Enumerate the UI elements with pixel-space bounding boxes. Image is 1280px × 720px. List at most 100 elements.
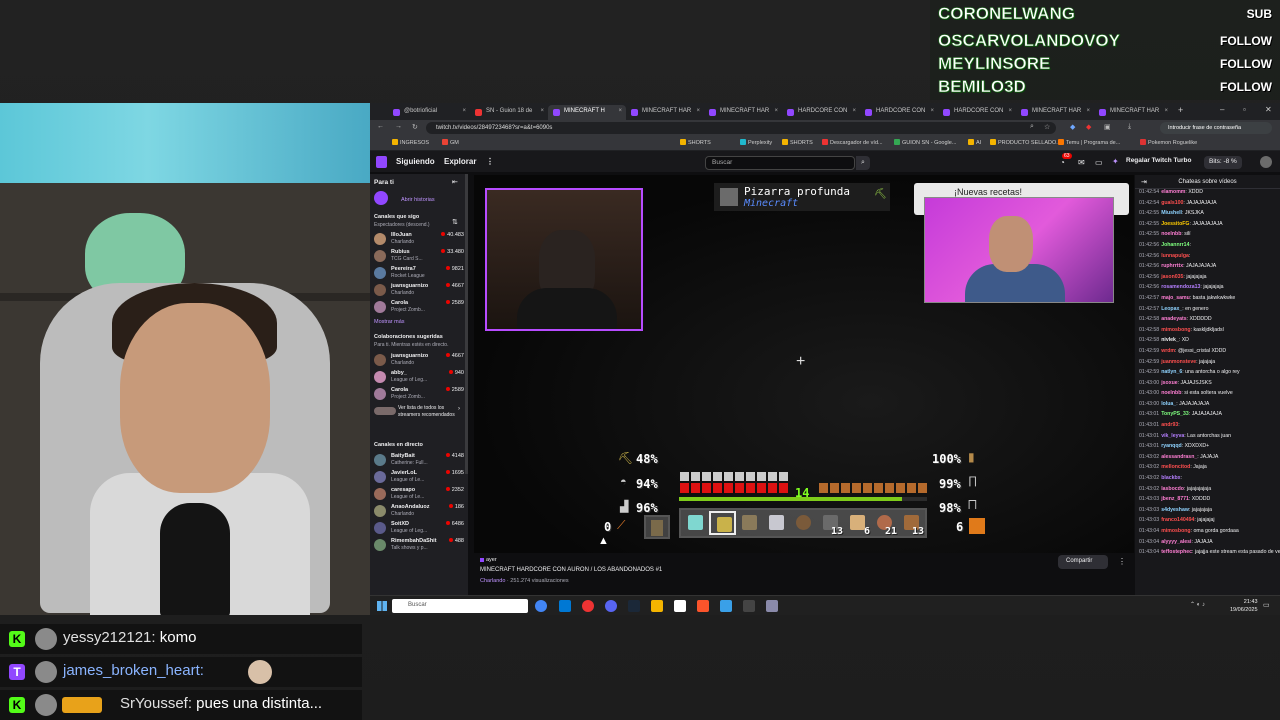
app-icon[interactable]: [720, 600, 732, 612]
sidebar-scrollbar[interactable]: [465, 174, 468, 474]
bookmark-item[interactable]: Temu | Programa de...: [1058, 139, 1120, 146]
browser-tab[interactable]: MINECRAFT HAR ×: [704, 105, 782, 120]
sidebar-channel[interactable]: SoitXD League of Leg... 6486: [374, 520, 464, 537]
bits-button[interactable]: Bits: -8 %: [1204, 156, 1242, 169]
taskbar-clock[interactable]: 21:43 19/06/2025: [1230, 598, 1258, 614]
browser-tab[interactable]: HARDCORE CON ×: [860, 105, 938, 120]
chat-username[interactable]: Miushell: [1161, 210, 1182, 216]
maximize-icon[interactable]: ▫: [1243, 105, 1246, 114]
chat-username[interactable]: guals100: [1161, 200, 1183, 206]
sidebar-channel[interactable]: Carola Project Zomb... 2589: [374, 299, 464, 316]
chat-username[interactable]: lasbocdo: [1161, 486, 1184, 492]
extension-icon[interactable]: ◆: [1070, 123, 1075, 131]
chat-username[interactable]: vik_leyva: [1161, 433, 1184, 439]
windows-start-icon[interactable]: [377, 601, 387, 611]
close-icon[interactable]: ×: [618, 108, 622, 114]
browser-tab[interactable]: @botrioficial ×: [388, 105, 470, 120]
zoom-icon[interactable]: ⌕: [1030, 123, 1034, 131]
close-icon[interactable]: ×: [852, 108, 856, 114]
chat-username[interactable]: lunnapulga: [1161, 253, 1189, 259]
steam-icon[interactable]: [628, 600, 640, 612]
close-icon[interactable]: ×: [1008, 108, 1012, 114]
chat-username[interactable]: teffostephec: [1161, 549, 1192, 555]
sidebar-channel[interactable]: juansguarnizo Charlando 4667: [374, 282, 464, 299]
close-icon[interactable]: ×: [1086, 108, 1090, 114]
chat-username[interactable]: Johannrr14: [1161, 242, 1189, 248]
bookmark-item[interactable]: GUION SN - Google...: [894, 139, 956, 146]
url-field[interactable]: twitch.tv/videos/2849723468?sr=a&t=6090s: [426, 122, 1056, 134]
close-icon[interactable]: ×: [462, 108, 466, 114]
chat-username[interactable]: blackbx: [1161, 475, 1180, 481]
bookmark-item[interactable]: PRODUCTO SELLADO...: [990, 139, 1061, 146]
chat-username[interactable]: JoessitoFG: [1161, 221, 1189, 227]
browser-tab[interactable]: MINECRAFT HAR ×: [1016, 105, 1094, 120]
browser-tab[interactable]: MINECRAFT HAR ×: [626, 105, 704, 120]
close-icon[interactable]: ×: [930, 108, 934, 114]
opera-icon[interactable]: [582, 600, 594, 612]
more-menu-icon[interactable]: ⋮: [486, 157, 494, 166]
chat-username[interactable]: alyyyy_alesi: [1161, 539, 1191, 545]
notepad-icon[interactable]: [674, 600, 686, 612]
see-all-recommended[interactable]: Ver lista de todos los streamers recomen…: [374, 405, 464, 435]
open-stories-link[interactable]: Abrir historias: [401, 197, 435, 203]
chrome-icon[interactable]: [535, 600, 547, 612]
app-icon[interactable]: [766, 600, 778, 612]
sort-icon[interactable]: ⇅: [452, 218, 458, 226]
sidebar-channel[interactable]: caresapo League of Le... 2352: [374, 486, 464, 503]
taskbar-search[interactable]: Buscar: [392, 599, 528, 613]
forward-icon[interactable]: →: [395, 123, 402, 130]
nav-explore[interactable]: Explorar: [444, 157, 476, 166]
chat-username[interactable]: mimosbong: [1161, 327, 1190, 333]
collapse-sidebar-icon[interactable]: ⇤: [452, 178, 458, 186]
bookmark-item[interactable]: Pokemon Roguelike: [1140, 139, 1197, 146]
chat-username[interactable]: s4dyeshaw: [1161, 507, 1189, 513]
sidebar-channel[interactable]: Rubius TCG Card S... 33.480: [374, 248, 464, 265]
search-icon[interactable]: ⌕: [856, 156, 870, 170]
chat-username[interactable]: TonyPS_33: [1161, 411, 1189, 417]
chat-username[interactable]: noelnbb: [1161, 390, 1181, 396]
chat-username[interactable]: wrdm: [1161, 348, 1175, 354]
close-icon[interactable]: ×: [540, 108, 544, 114]
chat-username[interactable]: anadeyats: [1161, 316, 1186, 322]
browser-tab[interactable]: SN - Guion 18 de ×: [470, 105, 548, 120]
bookmark-item[interactable]: SHORTS: [782, 139, 813, 146]
more-options-icon[interactable]: ⋮: [1118, 557, 1126, 566]
show-more-link[interactable]: Mostrar más: [374, 319, 405, 325]
sidebar-channel[interactable]: abby_ League of Leg... 940: [374, 369, 464, 386]
whispers-icon[interactable]: ▭: [1095, 158, 1103, 167]
bookmark-item[interactable]: AI: [968, 139, 981, 146]
browser-tab[interactable]: MINECRAFT HAR ×: [1094, 105, 1172, 120]
sidebar-channel[interactable]: BaityBait Catherine: Full... 4148: [374, 452, 464, 469]
file-explorer-icon[interactable]: [651, 600, 663, 612]
user-avatar[interactable]: [1260, 156, 1272, 168]
chat-username[interactable]: noelnbb: [1161, 231, 1181, 237]
sidebar-channel[interactable]: juansguarnizo Charlando 4667: [374, 352, 464, 369]
chat-username[interactable]: Leopax_: [1161, 306, 1182, 312]
chat-username[interactable]: juanmonsteve: [1161, 359, 1196, 365]
chat-username[interactable]: alessandrasn_: [1161, 454, 1197, 460]
minimize-icon[interactable]: –: [1220, 105, 1224, 114]
chat-username[interactable]: majo_samu: [1161, 295, 1190, 301]
chat-username[interactable]: ryanqqd: [1161, 443, 1181, 449]
close-icon[interactable]: ×: [1164, 108, 1168, 114]
bookmark-item[interactable]: INGRESOS: [392, 139, 429, 146]
sidebar-channel[interactable]: IlloJuan Charlando 40.483: [374, 231, 464, 248]
nav-following[interactable]: Siguiendo: [396, 157, 435, 166]
gift-turbo-button[interactable]: Regalar Twitch Turbo: [1126, 157, 1192, 164]
chat-username[interactable]: elamomm: [1161, 189, 1185, 195]
new-tab-button[interactable]: +: [1178, 105, 1183, 115]
extensions-puzzle-icon[interactable]: ▣: [1104, 123, 1111, 131]
collapse-chat-icon[interactable]: ⇥: [1141, 178, 1147, 186]
bookmark-item[interactable]: SHORTS: [680, 139, 711, 146]
window-close-icon[interactable]: ✕: [1265, 105, 1272, 114]
sidebar-channel[interactable]: JavierLoL League of Le... 1695: [374, 469, 464, 486]
sidebar-channel[interactable]: RimembahDaShit Talk shows y p... 488: [374, 537, 464, 554]
stories-avatar[interactable]: [374, 191, 388, 205]
discord-icon[interactable]: [605, 600, 617, 612]
chat-username[interactable]: franco140494: [1161, 517, 1194, 523]
outlook-icon[interactable]: [559, 600, 571, 612]
video-category[interactable]: Charlando: [480, 578, 505, 584]
chat-username[interactable]: andr93: [1161, 422, 1178, 428]
sidebar-channel[interactable]: AnaoAndaluoz Charlando 186: [374, 503, 464, 520]
obs-icon[interactable]: [743, 600, 755, 612]
